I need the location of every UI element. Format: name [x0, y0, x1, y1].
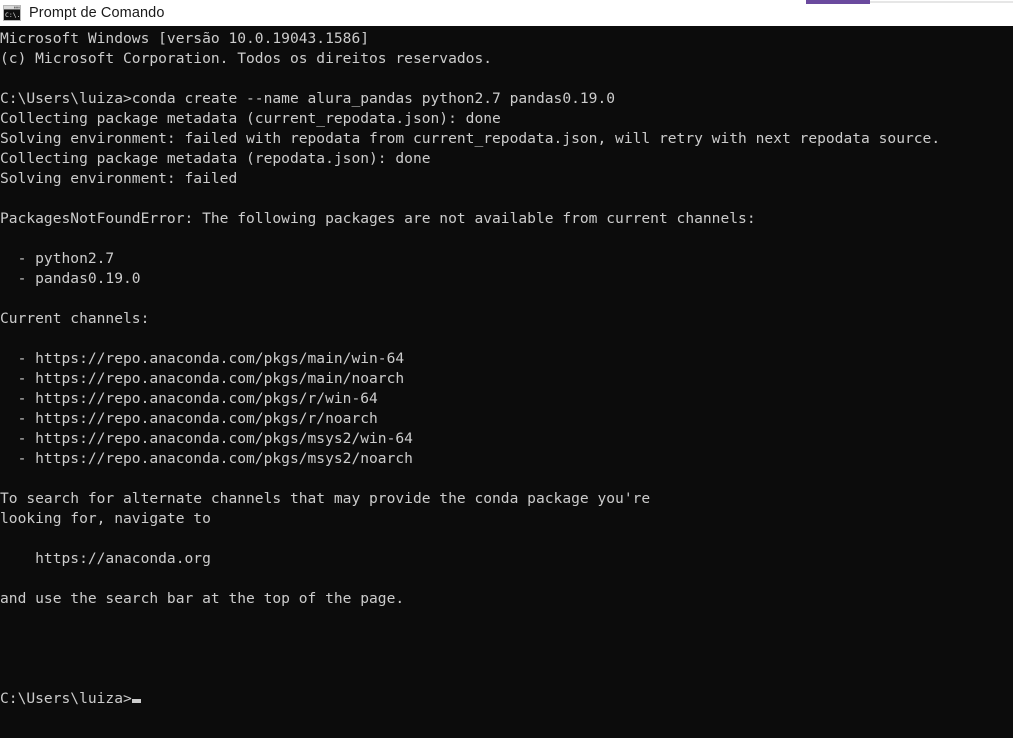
svg-text:C:\.: C:\.: [5, 11, 20, 19]
terminal-line: Microsoft Windows [versão 10.0.19043.158…: [0, 30, 370, 47]
window-title: Prompt de Comando: [29, 5, 165, 21]
terminal-line: To search for alternate channels that ma…: [0, 490, 651, 507]
terminal-line: - https://repo.anaconda.com/pkgs/msys2/n…: [0, 450, 413, 467]
top-accent-strip: [0, 0, 1013, 5]
terminal-line: - python2.7: [0, 250, 115, 267]
terminal-line: C:\Users\luiza>conda create --name alura…: [0, 90, 616, 107]
terminal-line: and use the search bar at the top of the…: [0, 590, 405, 607]
terminal-line: PackagesNotFoundError: The following pac…: [0, 210, 756, 227]
terminal-line: - https://repo.anaconda.com/pkgs/main/wi…: [0, 350, 405, 367]
gray-rail-line: [870, 1, 1013, 3]
cmd-console-icon: C:\.: [3, 5, 21, 21]
terminal-line: Solving environment: failed: [0, 170, 238, 187]
terminal-line: - https://repo.anaconda.com/pkgs/msys2/w…: [0, 430, 413, 447]
terminal-line: (c) Microsoft Corporation. Todos os dire…: [0, 50, 493, 67]
terminal-line: - https://repo.anaconda.com/pkgs/main/no…: [0, 370, 405, 387]
terminal-text: Microsoft Windows [versão 10.0.19043.158…: [0, 26, 1013, 709]
terminal-line: looking for, navigate to: [0, 510, 211, 527]
terminal-output-area[interactable]: Microsoft Windows [versão 10.0.19043.158…: [0, 26, 1013, 738]
text-cursor: [131, 699, 141, 703]
purple-accent-bar: [806, 0, 870, 4]
terminal-line: - pandas0.19.0: [0, 270, 141, 287]
terminal-line: Solving environment: failed with repodat…: [0, 130, 941, 147]
terminal-line: https://anaconda.org: [0, 550, 211, 567]
terminal-line: - https://repo.anaconda.com/pkgs/r/win-6…: [0, 390, 378, 407]
terminal-line: - https://repo.anaconda.com/pkgs/r/noarc…: [0, 410, 378, 427]
terminal-line: Current channels:: [0, 310, 150, 327]
terminal-line: Collecting package metadata (repodata.js…: [0, 150, 431, 167]
terminal-line: Collecting package metadata (current_rep…: [0, 110, 501, 127]
prompt-text: C:\Users\luiza>: [0, 690, 132, 707]
terminal-prompt-line[interactable]: C:\Users\luiza>: [0, 689, 1013, 709]
